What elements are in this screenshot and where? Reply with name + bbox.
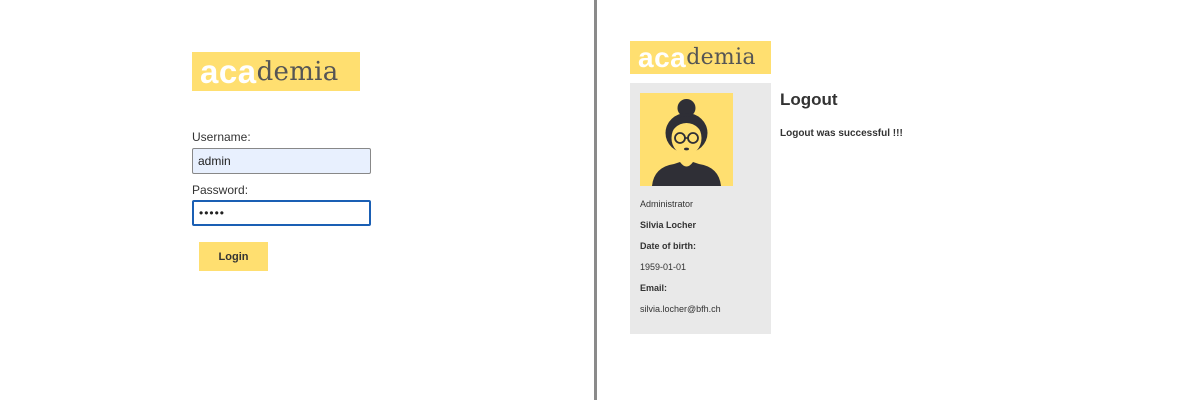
password-label: Password: — [192, 183, 249, 197]
email-value: silvia.locher@bfh.ch — [640, 304, 721, 314]
logo-part-demia: demia — [256, 56, 339, 87]
dob-value: 1959-01-01 — [640, 262, 687, 272]
email-label: Email: — [640, 283, 668, 293]
page-title: Logout — [780, 90, 838, 109]
username-input[interactable] — [192, 148, 371, 174]
logo-part-aca: aca — [638, 41, 687, 73]
profile-name: Silvia Locher — [640, 220, 697, 230]
profile-role: Administrator — [640, 199, 694, 209]
profile-sidebar: Administrator Silvia Locher Date of birt… — [630, 83, 771, 334]
logo-part-demia: demia — [686, 45, 756, 70]
academia-logo-header[interactable]: aca demia — [630, 41, 771, 74]
username-label: Username: — [192, 130, 251, 144]
academia-logo: aca demia — [192, 52, 360, 91]
woman-avatar-icon — [652, 99, 721, 186]
logo-part-aca: aca — [200, 52, 257, 90]
logout-message: Logout was successful !!! — [780, 128, 903, 139]
panel-divider — [594, 0, 597, 400]
login-button[interactable]: Login — [199, 242, 268, 271]
avatar — [640, 93, 733, 186]
password-input[interactable] — [192, 200, 371, 226]
split-screen: academia Username: Password: Login acade… — [0, 0, 1200, 400]
dob-label: Date of birth: — [640, 241, 696, 251]
